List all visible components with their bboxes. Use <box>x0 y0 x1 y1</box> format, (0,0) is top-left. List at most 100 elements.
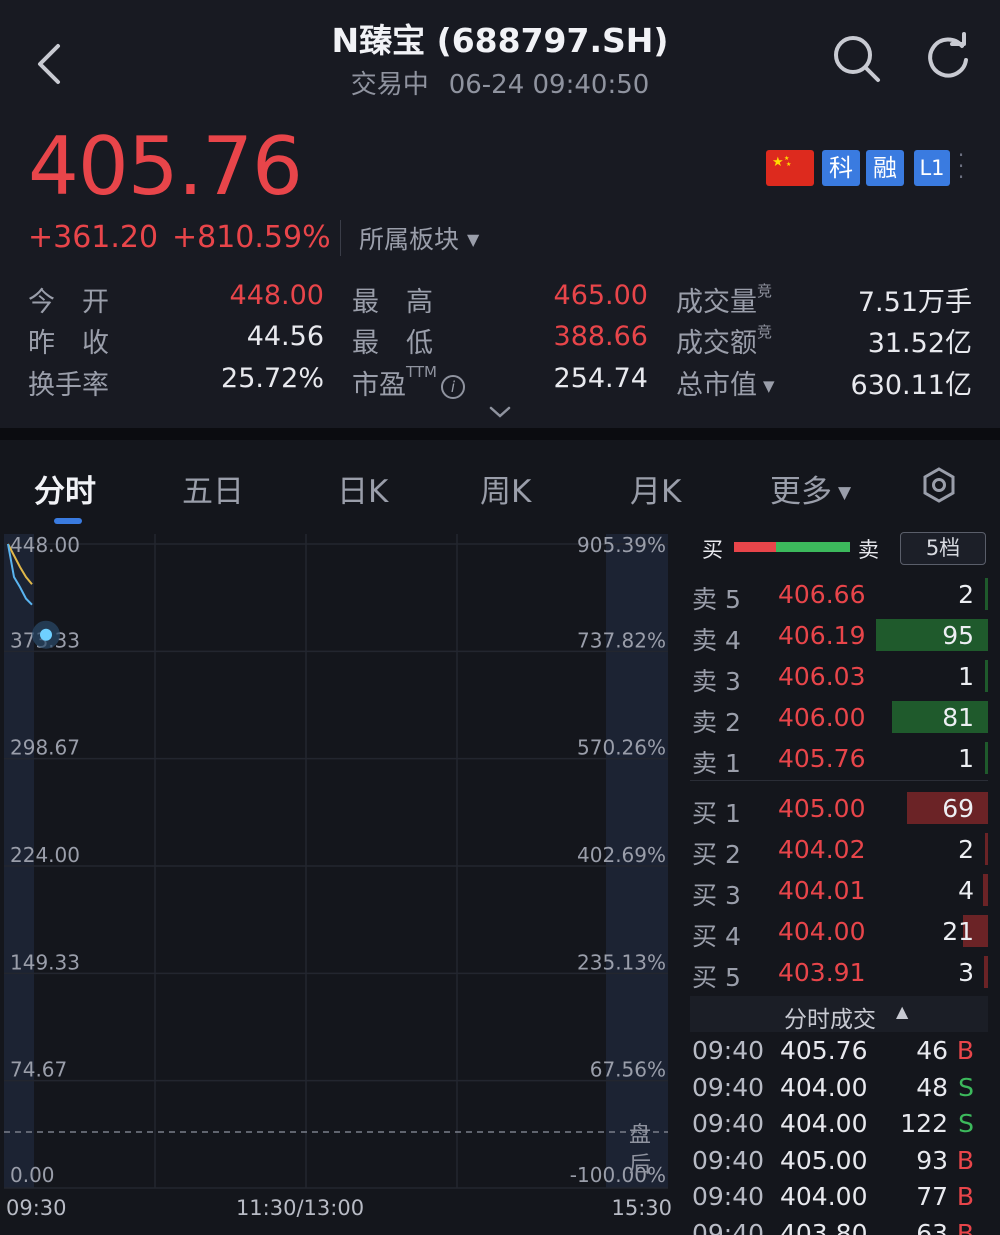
bid-price: 404.01 <box>778 876 866 905</box>
tab-more-label: 更多 <box>770 474 832 510</box>
settings-hexagon-icon[interactable] <box>920 466 958 504</box>
call-auction-mark: 竞 <box>757 282 773 300</box>
stat-label-volume: 成交量竞 <box>676 280 772 319</box>
ask-qty: 1 <box>958 744 974 773</box>
refresh-icon[interactable] <box>922 32 974 84</box>
depth-selector[interactable]: 5档 <box>900 532 986 565</box>
ask-row[interactable]: 卖 5 406.66 2 <box>690 576 988 614</box>
ask-qty-bar <box>985 660 988 692</box>
stat-label-open: 今 开 <box>28 287 109 318</box>
ask-price: 406.19 <box>778 621 866 650</box>
bid-label: 买 5 <box>692 963 741 992</box>
trade-volume: 46 <box>916 1036 948 1065</box>
trade-row: 09:40 404.00 122 S <box>690 1109 990 1145</box>
y-right-tick-label: 737.82% <box>577 628 666 652</box>
x-tick-label: 15:30 <box>611 1196 672 1218</box>
buy-label: 买 <box>702 538 723 562</box>
ask-label: 卖 1 <box>692 749 741 778</box>
intraday-chart[interactable]: 448.00905.39%373.33737.82%298.67570.26%2… <box>0 530 674 1218</box>
trade-time: 09:40 <box>692 1145 765 1175</box>
bid-row[interactable]: 买 2 404.02 2 <box>690 831 988 869</box>
stat-value-open: 448.00 <box>229 280 324 311</box>
buy-ratio-bar <box>734 542 776 552</box>
ask-row[interactable]: 卖 3 406.03 1 <box>690 658 988 696</box>
ask-price: 406.03 <box>778 662 866 691</box>
ask-row[interactable]: 卖 4 406.19 95 <box>690 617 988 655</box>
y-left-tick-label: 0.00 <box>10 1163 55 1187</box>
after-hours-label: 盘 <box>629 1123 651 1148</box>
trade-side: B <box>956 1145 974 1175</box>
section-divider <box>0 428 1000 440</box>
tab-more[interactable]: 更多 ▼ <box>770 466 851 511</box>
stat-value-high: 465.00 <box>553 280 648 311</box>
bid-qty: 21 <box>942 917 974 946</box>
orderbook-header: 买 卖 5档 <box>690 530 990 566</box>
bid-qty: 3 <box>958 958 974 987</box>
info-icon[interactable]: i <box>441 374 466 399</box>
trades-header[interactable]: 分时成交 ▲ <box>690 996 988 1033</box>
call-auction-mark: 竞 <box>757 323 773 341</box>
stat-value-volume: 7.51万手 <box>857 287 972 318</box>
ask-row[interactable]: 卖 2 406.00 81 <box>690 699 988 737</box>
trade-volume: 48 <box>916 1072 948 1102</box>
sell-label: 卖 <box>858 538 879 562</box>
bid-row[interactable]: 买 4 404.00 21 <box>690 913 988 951</box>
stat-value-low: 388.66 <box>553 321 648 352</box>
tab-weekly-k[interactable]: 周K <box>480 466 531 511</box>
china-flag-icon: ★ ★ ★ <box>766 150 814 186</box>
trade-row: 09:40 403.80 63 B <box>690 1219 990 1235</box>
ask-price: 406.66 <box>778 580 866 609</box>
y-left-tick-label: 298.67 <box>10 736 80 760</box>
ask-label: 卖 5 <box>692 585 741 614</box>
tab-monthly-k[interactable]: 月K <box>630 466 681 511</box>
bid-price: 404.00 <box>778 917 866 946</box>
stat-label-high: 最 高 <box>352 287 433 318</box>
bid-row[interactable]: 买 1 405.00 69 <box>690 790 988 828</box>
trade-volume: 122 <box>900 1109 948 1138</box>
trade-price: 404.00 <box>780 1109 868 1138</box>
stat-label-market-cap[interactable]: 总市值 ▼ <box>676 363 775 402</box>
bid-row[interactable]: 买 3 404.01 4 <box>690 872 988 910</box>
search-icon[interactable] <box>830 32 882 84</box>
ask-qty: 81 <box>942 703 974 732</box>
ask-qty: 2 <box>958 580 974 609</box>
bid-qty: 2 <box>958 835 974 864</box>
y-right-tick-label: 402.69% <box>577 843 666 867</box>
active-tab-indicator <box>54 518 82 524</box>
trade-time: 09:40 <box>692 1036 765 1065</box>
trade-row: 09:40 405.00 93 B <box>690 1146 990 1182</box>
star-market-badge[interactable]: 科 <box>822 150 860 186</box>
ask-row[interactable]: 卖 1 405.76 1 <box>690 740 988 778</box>
tab-daily-k[interactable]: 日K <box>337 466 388 511</box>
expand-chevron-icon[interactable] <box>488 404 512 420</box>
stat-label-pe[interactable]: 市盈TTMi <box>352 363 466 402</box>
trade-time: 09:40 <box>692 1109 765 1138</box>
tab-intraday[interactable]: 分时 <box>34 466 96 511</box>
stat-value-market-cap: 630.11亿 <box>850 370 972 401</box>
y-right-tick-label: 570.26% <box>577 736 666 760</box>
volume-label-text: 成交量 <box>676 287 757 318</box>
level-badge[interactable]: L1 <box>914 150 950 186</box>
trade-price: 404.00 <box>780 1072 868 1102</box>
sector-label: 所属板块 <box>359 225 460 254</box>
y-right-tick-label: 905.39% <box>577 533 666 557</box>
stat-label-low: 最 低 <box>352 328 433 359</box>
margin-trading-badge[interactable]: 融 <box>866 150 904 186</box>
bid-qty-bar <box>983 874 988 906</box>
caret-up-icon: ▲ <box>896 1002 909 1021</box>
trade-side: B <box>956 1182 974 1211</box>
more-dots-icon[interactable]: · · · <box>956 145 966 187</box>
y-left-tick-label: 149.33 <box>10 950 80 974</box>
trade-side: S <box>958 1109 974 1138</box>
trade-time: 09:40 <box>692 1072 765 1102</box>
ask-qty-bar <box>985 578 988 610</box>
bid-qty: 4 <box>958 876 974 905</box>
ask-qty: 95 <box>942 621 974 650</box>
tab-five-day[interactable]: 五日 <box>182 466 244 511</box>
sell-ratio-bar <box>776 542 850 552</box>
bid-row[interactable]: 买 5 403.91 3 <box>690 954 988 992</box>
sector-dropdown[interactable]: 所属板块 ▼ <box>340 220 479 256</box>
ask-label: 卖 4 <box>692 626 741 655</box>
stat-value-prev-close: 44.56 <box>246 321 324 352</box>
bid-label: 买 1 <box>692 799 741 828</box>
